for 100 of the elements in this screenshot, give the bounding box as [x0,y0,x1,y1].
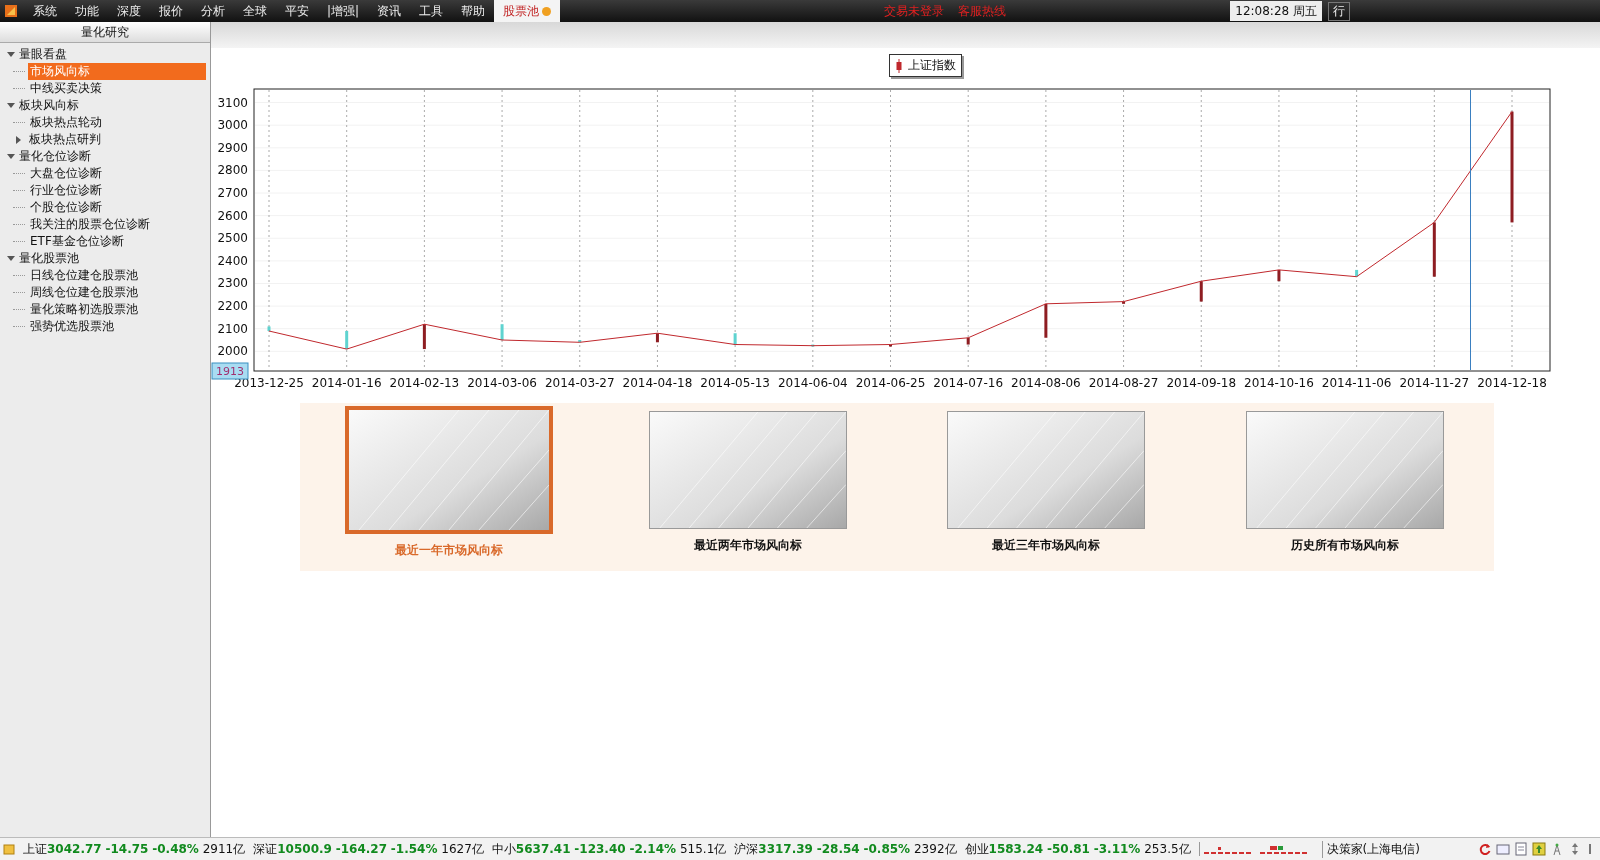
menu-item[interactable]: 分析 [192,0,234,22]
menu-item[interactable]: 功能 [66,0,108,22]
candle [422,324,426,350]
window-icon[interactable] [1496,842,1510,856]
tree-item[interactable]: 量化股票池 [19,250,79,267]
menu-item[interactable]: 全球 [234,0,276,22]
x-tick-label: 2014-04-18 [622,376,693,390]
folder-icon[interactable] [3,843,15,855]
option-caption[interactable]: 最近两年市场风向标 [693,537,802,554]
candle [889,344,892,347]
expand-icon[interactable] [7,103,15,108]
menu-item[interactable]: 平安 [276,0,318,22]
candle [345,330,349,350]
candle [1277,269,1281,282]
y-tick-label: 2000 [217,344,248,359]
index-quote[interactable]: 创业1583.24 -50.81 -3.11% 253.5亿 [964,840,1191,858]
y-tick-label: 2100 [217,321,248,336]
refresh-icon[interactable] [1478,842,1492,856]
y-tick-label: 2900 [217,140,248,155]
candle [500,324,504,340]
menu-item[interactable]: 帮助 [452,0,495,22]
tree-item[interactable]: 大盘仓位诊断 [28,165,206,182]
menu-item[interactable]: 股票池 [494,0,561,22]
preview-drawing[interactable] [648,411,847,529]
index-quote[interactable]: 中小5637.41 -123.40 -2.14% 515.1亿 [491,840,727,858]
menu-item[interactable]: 工具 [410,0,453,22]
tree-item[interactable]: 强势优选股票池 [28,318,206,335]
expand-icon[interactable] [7,256,15,261]
tree-item[interactable]: 板块热点研判 [27,131,206,148]
x-tick-label: 2014-10-16 [1244,376,1314,390]
x-tick-label: 2014-09-18 [1166,376,1237,390]
connection-label: 决策家(上海电信) [1321,840,1470,858]
tree-item[interactable]: 板块热点轮动 [28,114,206,131]
y-tick-label: 3100 [217,95,248,110]
candle [1044,303,1048,338]
candle [1355,269,1359,277]
app-logo-icon [4,4,18,18]
menu-item[interactable]: 行 [1328,1,1350,21]
tree-item[interactable]: 我关注的股票仓位诊断 [28,216,206,233]
tree-item[interactable]: 中线买卖决策 [28,80,206,97]
y-tick-label: 3000 [217,118,248,133]
candle [966,337,970,345]
preview-drawing[interactable] [345,406,554,534]
expand-icon[interactable] [7,52,15,57]
menu-item[interactable]: 深度 [108,0,150,22]
tree-item[interactable]: 日线仓位建仓股票池 [28,267,206,284]
x-tick-label: 2014-06-04 [777,376,848,390]
antenna-icon[interactable] [1550,842,1564,856]
candle [811,344,815,347]
y-tick-label: 2200 [217,299,248,314]
expand-icon[interactable] [7,154,15,159]
index-quote[interactable]: 深证10500.9 -164.27 -1.54% 1627亿 [253,840,484,858]
preview-drawing[interactable] [947,411,1146,529]
x-tick-label: 2014-11-06 [1321,376,1392,390]
y-tick-label: 2500 [217,231,248,246]
min-value-label: 1913 [211,362,249,380]
tree-item[interactable]: 量化仓位诊断 [19,148,91,165]
y-tick-label: 2600 [217,208,248,223]
x-tick-label: 2014-03-27 [544,376,615,390]
option-caption[interactable]: 历史所有市场风向标 [1290,537,1399,554]
x-tick-label: 2014-02-13 [389,376,460,390]
x-tick-label: 2014-11-27 [1399,376,1470,390]
expand-icon[interactable] [16,135,21,144]
x-tick-label: 2014-01-16 [311,376,382,390]
y-tick-label: 2300 [217,276,248,291]
index-quote[interactable]: 沪深3317.39 -28.54 -0.85% 2392亿 [734,840,957,858]
x-tick-label: 2014-03-06 [467,376,537,390]
clock-label: 12:08:28 周五 [1230,1,1322,21]
tree-item[interactable]: ETF基金仓位诊断 [28,233,206,250]
y-tick-label: 2800 [217,163,248,178]
candle [655,333,659,343]
x-tick-label: 2014-05-13 [700,376,770,390]
x-tick-label: 2014-06-25 [855,376,926,390]
menu-item[interactable]: |增强| [318,0,369,22]
candle [267,326,271,331]
tree-item[interactable]: 量眼看盘 [19,46,67,63]
tree-item[interactable]: 行业仓位诊断 [28,182,206,199]
tree-item[interactable]: 个股仓位诊断 [28,199,206,216]
candle [578,340,582,343]
menu-item[interactable]: 资讯 [368,0,411,22]
option-caption[interactable]: 最近三年市场风向标 [992,537,1101,554]
tree-item[interactable]: 周线仓位建仓股票池 [28,284,206,301]
menu-item[interactable]: 系统 [24,0,66,22]
sidebar-title: 量化研究 [0,22,210,43]
preview-drawing[interactable] [1245,411,1444,529]
candle [1122,301,1126,304]
tree-item[interactable]: 板块风向标 [19,97,79,114]
candle [733,333,737,345]
index-quote[interactable]: 上证3042.77 -14.75 -0.48% 2911亿 [23,840,246,858]
tree-item[interactable]: 量化策略初选股票池 [28,301,206,318]
menu-item[interactable]: 报价 [150,0,192,22]
document-icon[interactable] [1514,842,1528,856]
upload-icon[interactable] [1532,842,1546,856]
y-tick-label: 2400 [217,253,248,268]
x-tick-label: 2014-08-06 [1011,376,1081,390]
legend-label: 上证指数 [908,57,956,74]
candle-icon [895,57,903,74]
x-tick-label: 2014-07-16 [933,376,1004,390]
candle [1199,281,1203,302]
candle [1432,222,1436,277]
